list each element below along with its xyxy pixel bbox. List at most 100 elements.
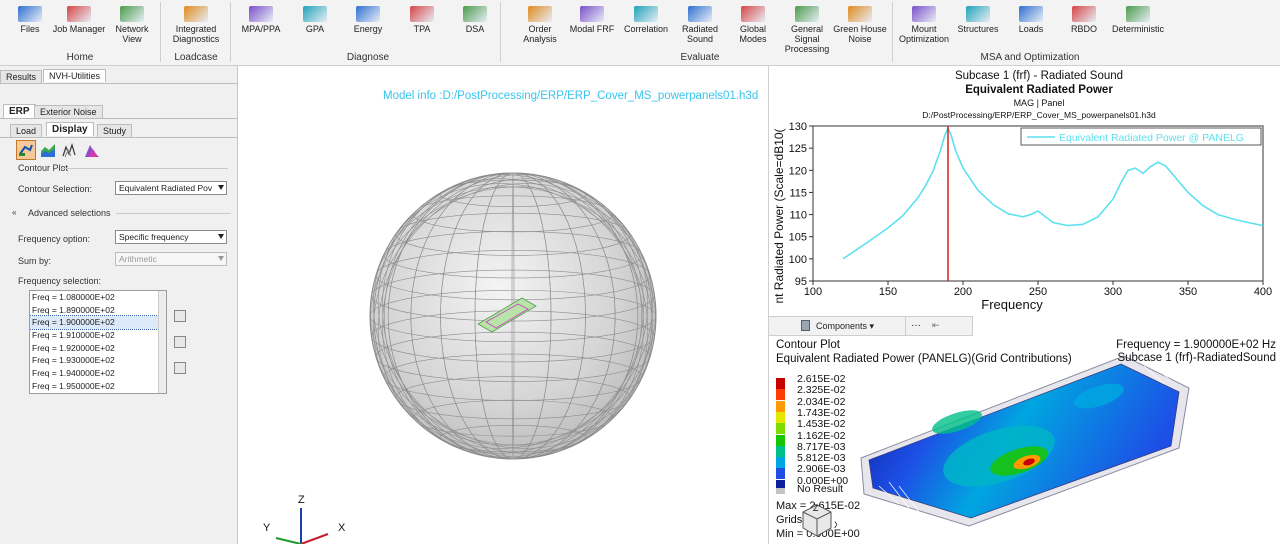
frequency-list[interactable]: Freq = 1.080000E+02 Freq = 1.890000E+02 Fr… [29,290,167,394]
mount-optimization-label-0: Mount [911,24,937,34]
green-house-noise-button[interactable]: Green House Noise [832,6,888,44]
contour-mode-icon[interactable] [16,140,36,160]
integrated-diagnostics-icon [184,6,208,22]
contour-selection-dropdown[interactable]: Equivalent Radiated Pov [115,181,227,195]
mpa-ppa-button[interactable]: MPA/PPA [233,6,289,34]
integrated-diagnostics-button[interactable]: Integrated Diagnostics [168,6,224,44]
tab-exterior-noise[interactable]: Exterior Noise [34,105,103,118]
clear-selection-icon[interactable] [174,362,186,374]
more-options-button[interactable]: ··· [911,320,921,331]
collapse-chevron-icon[interactable]: « [12,208,16,217]
contour-subtitle: Equivalent Radiated Power (PANELG)(Grid … [776,353,1072,365]
dsa-button[interactable]: DSA [447,6,503,34]
sum-by-label: Sum by: [18,256,52,266]
legend-swatch [776,389,785,401]
tab-nvh-utilities[interactable]: NVH-Utilities [43,69,107,82]
frequency-list-item[interactable]: Freq = 1.080000E+02 [30,291,166,304]
tab-load[interactable]: Load [10,124,43,137]
frequency-list-item[interactable]: Freq = 1.950000E+02 [30,380,166,393]
chart-title-line1: Subcase 1 (frf) - Radiated Sound [955,70,1123,82]
advanced-selections-label[interactable]: Advanced selections [28,208,111,218]
frequency-list-item[interactable]: Freq = 1.940000E+02 [30,367,166,380]
legend-value: 2.325E-02 [797,384,846,397]
global-modes-button[interactable]: Global Modes [725,6,781,44]
components-bar: Components ▾ ··· ⇤ [768,316,973,336]
legend-swatch [776,434,785,446]
triad-y-label: Y [263,522,271,534]
dsa-label-0: DSA [465,24,485,34]
components-dropdown[interactable]: Components ▾ [816,321,874,332]
structures-button[interactable]: Structures [950,6,1006,34]
modal-frf-button[interactable]: Modal FRF [564,6,620,34]
legend-swatch [776,457,785,469]
deterministic-label-0: Deterministic [1111,24,1164,34]
tpa-label-0: TPA [413,24,431,34]
correlation-button[interactable]: Correlation [618,6,674,34]
area-chart-icon[interactable] [40,142,56,158]
loads-icon [1019,6,1043,22]
legend-value: 2.034E-02 [797,395,846,408]
files-icon [18,6,42,22]
frequency-list-item[interactable]: Freq = 1.920000E+02 [30,342,166,355]
general-signal-processing-icon [795,6,819,22]
mount-optimization-button[interactable]: Mount Optimization [896,6,952,44]
tpa-button[interactable]: TPA [394,6,450,34]
order-analysis-button[interactable]: Order Analysis [512,6,568,44]
frequency-list-item[interactable]: Freq = 1.930000E+02 [30,354,166,367]
energy-button[interactable]: Energy [340,6,396,34]
gpa-button[interactable]: GPA [287,6,343,34]
files-button[interactable]: Files [2,6,58,34]
contour-selection-label: Contour Selection: [18,184,93,194]
select-range-icon[interactable] [174,336,186,348]
tab-display[interactable]: Display [46,122,94,136]
correlation-icon [634,6,658,22]
frequency-list-scrollbar[interactable] [158,291,166,393]
rbdo-button[interactable]: RBDO [1056,6,1112,34]
contour-model-view [860,355,1190,527]
tab-erp[interactable]: ERP [3,104,36,118]
ribbon-toolbar: Files Job Manager Network View Integrated Dia… [0,0,1280,66]
modal-frf-icon [580,6,604,22]
select-all-icon[interactable] [174,310,186,322]
legend-swatch [776,411,785,423]
radiated-sound-label-0: Radiated [681,24,719,34]
sum-by-dropdown: Arithmetic [115,252,227,266]
legend-value: 1.162E-02 [797,429,846,442]
waterfall-icon[interactable] [62,142,78,158]
cube-z-label: Z [813,503,819,513]
erp-line-chart[interactable]: Subcase 1 (frf) - Radiated Sound Equival… [769,66,1280,316]
frequency-list-item[interactable]: Freq = 1.910000E+02 [30,329,166,342]
x-tick-label: 250 [1029,286,1047,298]
ribbon-group-evaluate: Evaluate [680,52,720,63]
job-manager-button[interactable]: Job Manager [51,6,107,34]
plot-area[interactable] [812,125,1264,282]
peak-plot-icon[interactable] [84,142,100,158]
no-result-swatch [776,488,785,494]
cube-x-label: X [834,520,837,530]
triad-x-label: X [338,522,346,534]
view-cube-icon[interactable]: Z X [797,501,837,541]
erp-chart-pane[interactable]: Subcase 1 (frf) - Radiated Sound Equival… [768,66,1280,316]
deterministic-icon [1126,6,1150,22]
loads-button[interactable]: Loads [1003,6,1059,34]
radiated-sound-button[interactable]: Radiated Sound [672,6,728,44]
network-view-button[interactable]: Network View [104,6,160,44]
frequency-list-item[interactable]: Freq = 1.900000E+02 [30,315,166,331]
tab-study[interactable]: Study [97,124,133,137]
deterministic-button[interactable]: Deterministic [1110,6,1166,34]
ribbon-group-msa-and-optimization: MSA and Optimization [980,52,1080,63]
y-tick-label: 125 [789,143,807,155]
graphics-viewport[interactable]: Model info :D:/PostProcessing/ERP/ERP_Co… [238,66,768,544]
contour-plot-pane[interactable]: Contour Plot Equivalent Radiated Power (… [768,336,1280,544]
collapse-panel-icon[interactable]: ⇤ [932,320,940,331]
general-signal-processing-button[interactable]: General Signal Processing [779,6,835,54]
legend-value: 2.906E-03 [797,463,846,476]
radiated-sound-label-1: Sound [686,34,714,44]
frequency-readout: Frequency = 1.900000E+02 Hz [1116,339,1276,351]
mount-optimization-icon [912,6,936,22]
general-signal-processing-label-0: General [790,24,824,34]
frequency-list-item[interactable]: Freq = 1.890000E+02 [30,304,166,317]
frequency-option-dropdown[interactable]: Specific frequency [115,230,227,244]
chart-title-line4: D:/PostProcessing/ERP/ERP_Cover_MS_power… [922,110,1156,120]
tab-results[interactable]: Results [0,70,43,83]
